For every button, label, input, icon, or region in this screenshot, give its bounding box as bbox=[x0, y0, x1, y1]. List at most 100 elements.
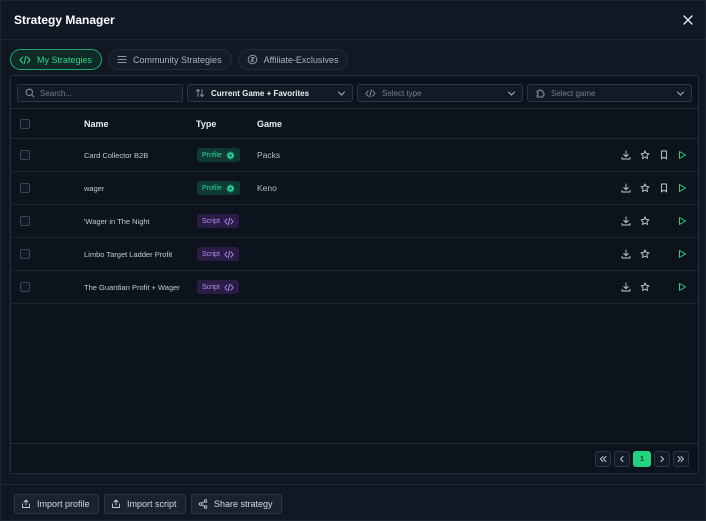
sort-select[interactable]: Current Game + Favorites bbox=[187, 84, 353, 102]
sort-icon bbox=[195, 89, 205, 97]
download-icon[interactable] bbox=[620, 182, 632, 194]
type-placeholder: Select type bbox=[382, 88, 422, 98]
star-icon[interactable] bbox=[639, 248, 651, 260]
tab-label: Affiliate-Exclusives bbox=[263, 54, 339, 65]
row-checkbox[interactable] bbox=[20, 249, 30, 259]
tab-my-strategies[interactable]: My Strategies bbox=[10, 49, 103, 70]
type-select[interactable]: Select type bbox=[357, 84, 523, 102]
search-placeholder: Search... bbox=[40, 88, 73, 98]
button-label: Share strategy bbox=[214, 499, 273, 509]
row-checkbox[interactable] bbox=[20, 216, 30, 226]
row-checkbox[interactable] bbox=[20, 183, 30, 193]
puzzle-icon bbox=[536, 89, 545, 98]
strategy-name: Card Collector B2B bbox=[84, 151, 149, 160]
import-icon bbox=[112, 499, 120, 508]
filter-bar: Search... Current Game + Favorites Selec… bbox=[11, 76, 698, 109]
bookmark-icon[interactable] bbox=[658, 149, 670, 161]
star-icon[interactable] bbox=[639, 149, 651, 161]
next-page-button[interactable] bbox=[654, 451, 670, 467]
search-icon bbox=[25, 88, 35, 98]
search-input[interactable]: Search... bbox=[17, 84, 183, 102]
chevron-down-icon bbox=[508, 91, 515, 96]
table-row[interactable]: Card Collector B2B Profile Packs bbox=[11, 139, 698, 172]
tab-affiliate-exclusives[interactable]: Affiliate-Exclusives bbox=[237, 49, 349, 70]
type-label: Script bbox=[202, 217, 220, 225]
column-header-name: Name bbox=[84, 119, 109, 129]
type-badge-script: Script bbox=[197, 280, 239, 294]
chevrons-right-icon bbox=[677, 456, 685, 462]
star-icon[interactable] bbox=[639, 281, 651, 293]
import-script-button[interactable]: Import script bbox=[104, 494, 186, 514]
download-icon[interactable] bbox=[620, 281, 632, 293]
download-icon[interactable] bbox=[620, 215, 632, 227]
table-row[interactable]: Limbo Target Ladder Profit Script bbox=[11, 238, 698, 271]
column-header-game: Game bbox=[257, 119, 283, 129]
strategy-name: Limbo Target Ladder Profit bbox=[84, 250, 173, 259]
chevron-right-icon bbox=[660, 456, 665, 462]
strategy-name: 'Wager in The Night bbox=[84, 217, 150, 226]
first-page-button[interactable] bbox=[595, 451, 611, 467]
play-icon[interactable] bbox=[676, 182, 688, 194]
type-label: Script bbox=[202, 283, 220, 291]
import-profile-button[interactable]: Import profile bbox=[14, 494, 99, 514]
coin-icon bbox=[247, 54, 257, 65]
table-row[interactable]: The Guardian Profit + Wager Script bbox=[11, 271, 698, 304]
column-header-type: Type bbox=[196, 119, 217, 129]
list-icon bbox=[117, 56, 127, 63]
star-icon[interactable] bbox=[639, 215, 651, 227]
share-icon bbox=[198, 499, 208, 509]
chevron-left-icon bbox=[619, 456, 624, 462]
code-icon bbox=[224, 283, 234, 291]
bookmark-icon[interactable] bbox=[658, 182, 670, 194]
game-name: Packs bbox=[257, 150, 281, 160]
chevron-down-icon bbox=[677, 91, 684, 96]
chevron-down-icon bbox=[338, 91, 345, 96]
chevrons-left-icon bbox=[599, 456, 607, 462]
type-label: Profile bbox=[202, 151, 222, 159]
type-badge-profile: Profile bbox=[197, 148, 240, 162]
code-icon bbox=[224, 217, 234, 225]
dialog-title: Strategy Manager bbox=[14, 13, 115, 27]
strategy-name: The Guardian Profit + Wager bbox=[84, 283, 180, 292]
current-page-button[interactable]: 1 bbox=[633, 451, 651, 467]
play-icon[interactable] bbox=[676, 281, 688, 293]
gear-icon bbox=[226, 184, 235, 192]
row-checkbox[interactable] bbox=[20, 150, 30, 160]
close-icon[interactable] bbox=[679, 11, 697, 29]
import-icon bbox=[22, 499, 30, 508]
code-icon bbox=[19, 55, 31, 64]
tab-label: Community Strategies bbox=[133, 54, 222, 65]
download-icon[interactable] bbox=[620, 149, 632, 161]
strategy-manager-dialog: Strategy Manager My Strategies Community… bbox=[0, 0, 706, 521]
previous-page-button[interactable] bbox=[614, 451, 630, 467]
select-all-checkbox[interactable] bbox=[20, 119, 30, 129]
sort-value: Current Game + Favorites bbox=[211, 88, 310, 98]
type-label: Script bbox=[202, 250, 220, 258]
table-row[interactable]: 'Wager in The Night Script bbox=[11, 205, 698, 238]
table-row[interactable]: wager Profile Keno bbox=[11, 172, 698, 205]
game-placeholder: Select game bbox=[551, 88, 596, 98]
gear-icon bbox=[226, 151, 235, 159]
strategies-panel: Search... Current Game + Favorites Selec… bbox=[10, 75, 699, 474]
game-select[interactable]: Select game bbox=[527, 84, 692, 102]
dialog-header: Strategy Manager bbox=[1, 1, 706, 40]
row-checkbox[interactable] bbox=[20, 282, 30, 292]
play-icon[interactable] bbox=[676, 215, 688, 227]
play-icon[interactable] bbox=[676, 149, 688, 161]
code-icon bbox=[224, 250, 234, 258]
strategy-name: wager bbox=[84, 184, 105, 193]
code-icon bbox=[365, 88, 376, 98]
type-badge-script: Script bbox=[197, 247, 239, 261]
share-strategy-button[interactable]: Share strategy bbox=[191, 494, 282, 514]
tab-label: My Strategies bbox=[37, 54, 93, 65]
table-header: Name Type Game bbox=[11, 110, 698, 139]
download-icon[interactable] bbox=[620, 248, 632, 260]
tab-community-strategies[interactable]: Community Strategies bbox=[108, 49, 232, 70]
play-icon[interactable] bbox=[676, 248, 688, 260]
button-label: Import profile bbox=[37, 499, 90, 509]
last-page-button[interactable] bbox=[673, 451, 689, 467]
dialog-footer: Import profile Import script Share strat… bbox=[1, 484, 706, 521]
pagination: 1 bbox=[11, 443, 698, 473]
tab-bar: My Strategies Community Strategies Affil… bbox=[10, 49, 349, 71]
star-icon[interactable] bbox=[639, 182, 651, 194]
